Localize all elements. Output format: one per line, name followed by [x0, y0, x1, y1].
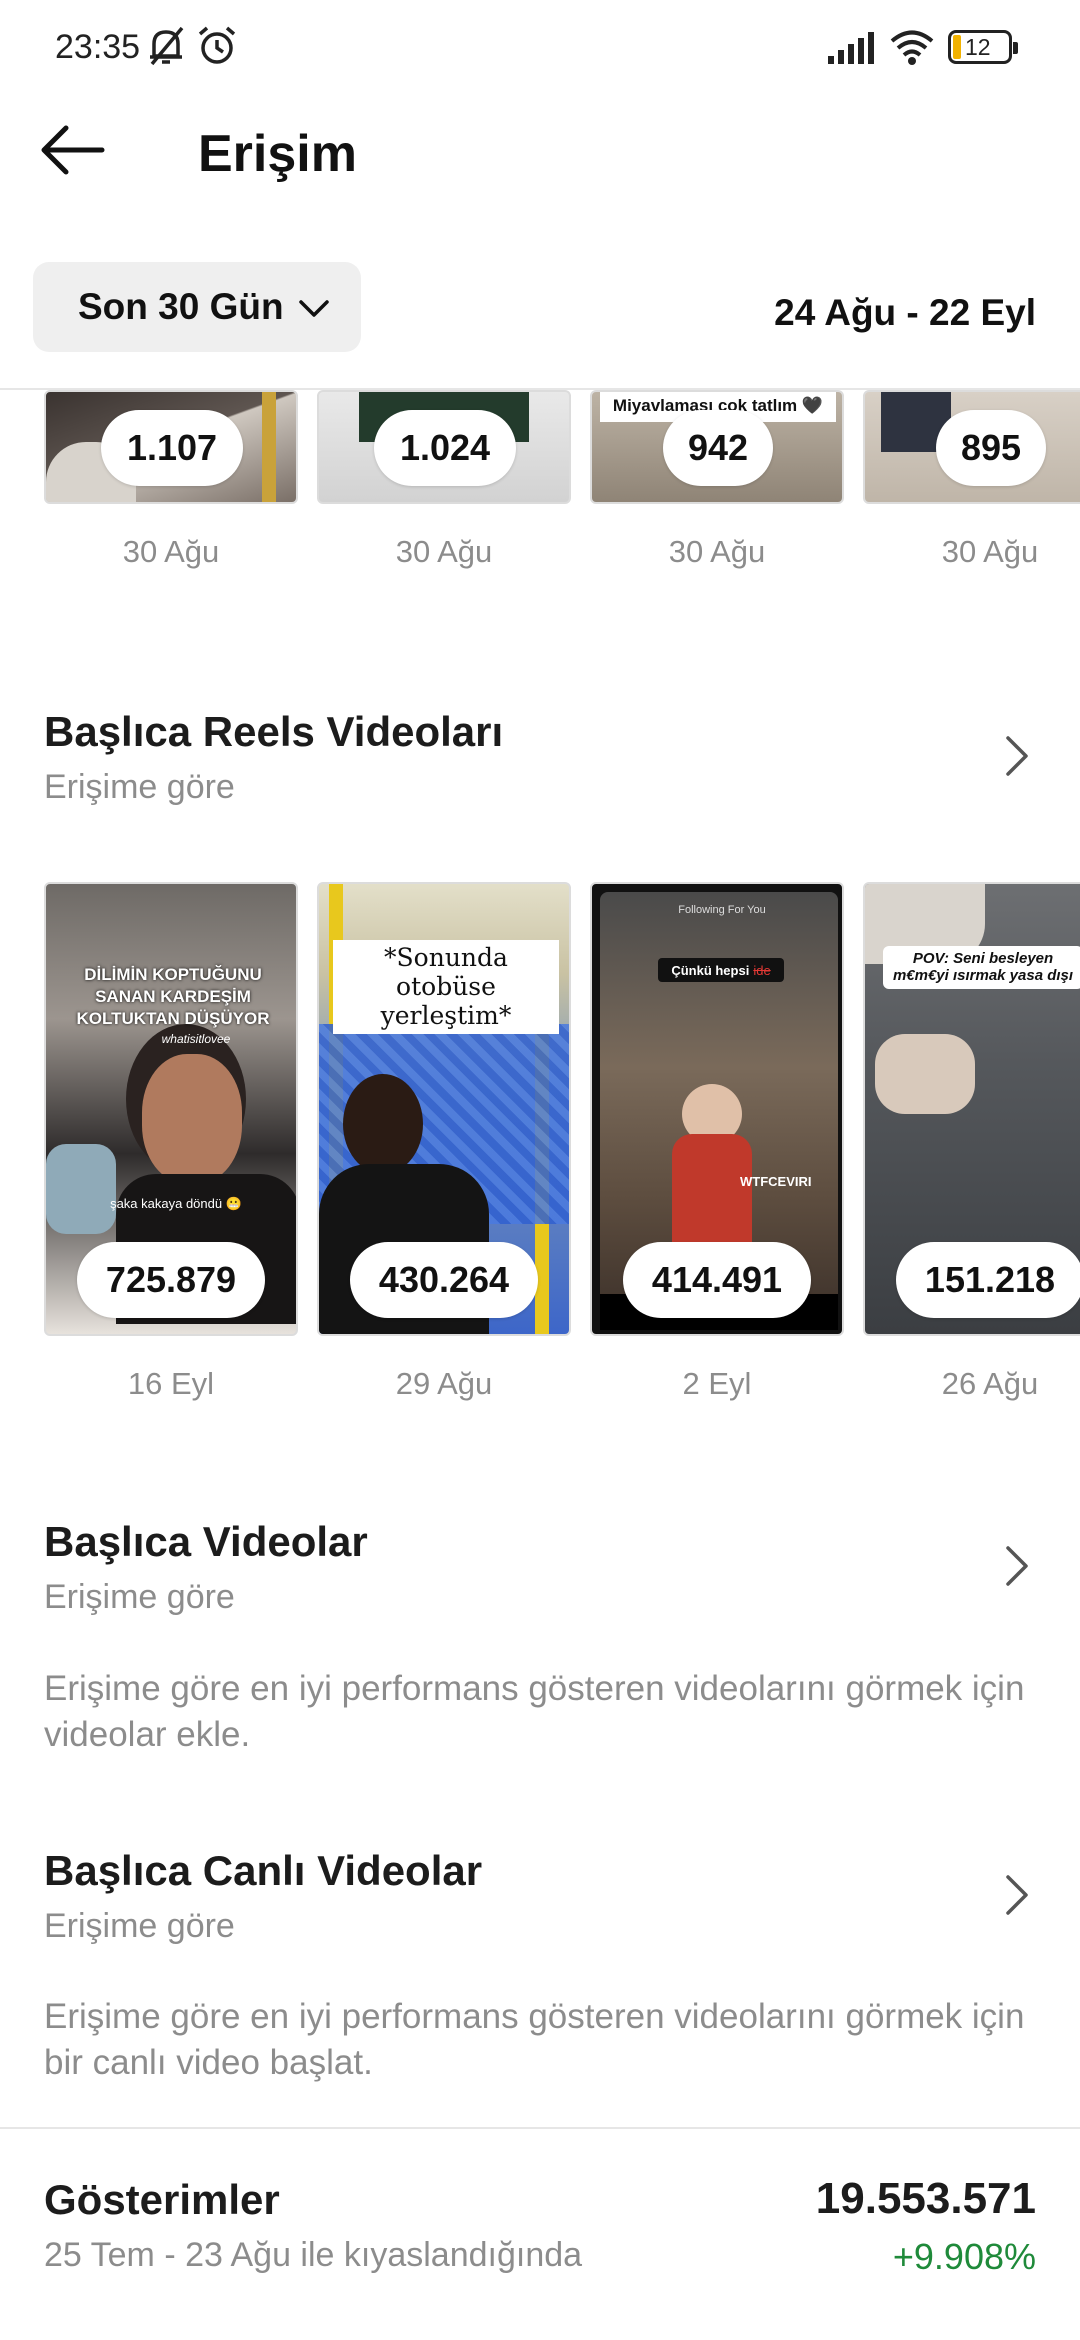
status-time: 23:35: [55, 28, 141, 66]
date-range-text: 24 Ağu - 22 Eyl: [774, 292, 1036, 333]
reel-caption: *Sonunda otobüse yerleştim*: [333, 940, 559, 1035]
section-description: Erişime göre en iyi performans gösteren …: [44, 1669, 1025, 1754]
reel-date: 2 Eyl: [682, 1366, 752, 1401]
post-date: 30 Ağu: [122, 534, 220, 569]
reel-reach-value: 430.264: [350, 1242, 538, 1318]
chevron-right-icon[interactable]: [1004, 734, 1030, 778]
reel-caption-strike: ide: [753, 962, 771, 978]
post-date: 30 Ağu: [395, 534, 493, 569]
post-date: 30 Ağu: [668, 534, 766, 569]
section-subtitle: Erişime göre: [44, 1578, 235, 1616]
reel-caption: Çünkü hepsi: [671, 962, 750, 978]
chevron-right-icon[interactable]: [1004, 1873, 1030, 1917]
divider: [0, 2127, 1080, 2129]
filter-row: Son 30 Gün 24 Ağu - 22 Eyl: [0, 262, 1080, 357]
post-date: 30 Ağu: [941, 534, 1039, 569]
chevron-down-icon: [298, 300, 329, 317]
back-button[interactable]: [36, 122, 116, 192]
status-bar: 23:35 12: [0, 0, 1080, 96]
reel-date: 26 Ağu: [941, 1366, 1039, 1401]
section-title: Başlıca Canlı Videolar: [44, 1847, 483, 1894]
date-range-label: Son 30 Gün: [78, 286, 284, 327]
impressions-comparison: 25 Tem - 23 Ağu ile kıyaslandığında: [44, 2236, 583, 2274]
reel-date: 29 Ağu: [395, 1366, 493, 1401]
reel-caption: POV: Seni besleyen m€m€yi ısırmak yasa d…: [883, 946, 1080, 989]
date-range-dropdown[interactable]: Son 30 Gün: [33, 262, 361, 352]
reel-reach-value: 414.491: [623, 1242, 811, 1318]
back-arrow-icon: [41, 125, 105, 175]
section-subtitle: Erişime göre: [44, 1907, 235, 1945]
signal-icon: [828, 32, 874, 64]
impressions-change: +9.908%: [892, 2236, 1036, 2277]
header: Erişim: [0, 96, 1080, 216]
impressions-value: 19.553.571: [815, 2174, 1036, 2223]
post-reach-value: 895: [936, 410, 1046, 486]
reel-caption: DİLİMİN KOPTUĞUNU SANAN KARDEŞİM KOLTUKT…: [76, 965, 270, 1028]
post-reach-value: 1.024: [374, 410, 516, 486]
post-reach-value: 1.107: [101, 410, 243, 486]
post-reach-value: 942: [663, 410, 773, 486]
section-subtitle: Erişime göre: [44, 768, 235, 806]
reel-reach-value: 151.218: [896, 1242, 1080, 1318]
reel-watermark: WTFCEVIRI: [740, 1174, 812, 1189]
section-description: Erişime göre en iyi performans gösteren …: [44, 1997, 1025, 2082]
battery-level: 12: [965, 34, 991, 60]
battery-icon: 12: [948, 30, 1018, 64]
section-title: Başlıca Reels Videoları: [44, 708, 504, 755]
reel-date: 16 Eyl: [127, 1366, 215, 1401]
reel-subcaption: şaka kakaya döndü 😬: [110, 1196, 242, 1211]
reel-handle: whatisitlovee: [161, 1032, 231, 1046]
section-title: Başlıca Videolar: [44, 1518, 368, 1565]
alarm-icon: [198, 26, 236, 64]
wifi-icon: [890, 30, 934, 65]
bell-muted-icon: [150, 26, 184, 66]
reel-tabs: Following For You: [678, 904, 766, 916]
page-title: Erişim: [198, 125, 357, 183]
reel-reach-value: 725.879: [77, 1242, 265, 1318]
chevron-right-icon[interactable]: [1004, 1544, 1030, 1588]
impressions-title: Gösterimler: [44, 2176, 280, 2223]
